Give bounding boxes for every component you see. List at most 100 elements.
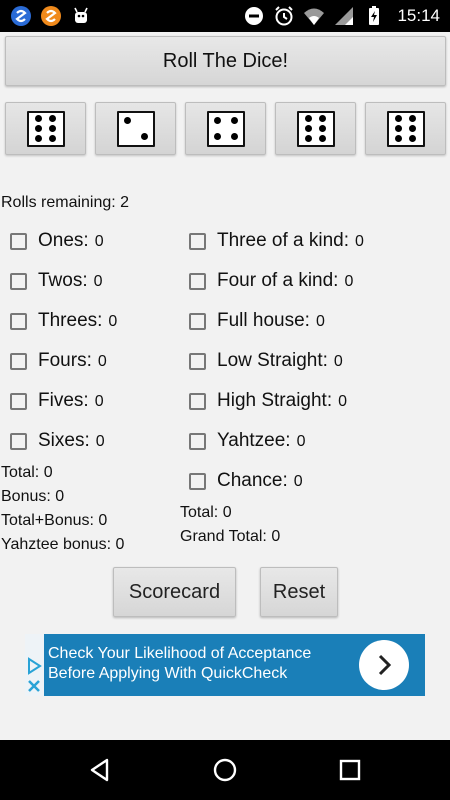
die-pip (123, 117, 131, 124)
dice-row (5, 102, 446, 155)
lower-total: Total: 0 (180, 504, 232, 521)
die-pip (34, 134, 42, 142)
app-notification-icon-blue (11, 6, 31, 26)
die-button-2[interactable] (95, 102, 176, 155)
fours-checkbox[interactable] (10, 352, 27, 370)
die-face-2 (116, 110, 155, 147)
ad-text: Check Your Likelihood of Acceptance Befo… (48, 644, 348, 684)
threes-value: 0 (108, 313, 118, 330)
grand-total: Grand Total: 0 (180, 528, 281, 545)
cellular-signal-icon (335, 7, 354, 25)
category-sixes: Sixes: 0 (10, 429, 105, 453)
die-button-5[interactable] (365, 102, 446, 155)
four-of-a-kind-label: Four of a kind: (217, 270, 339, 291)
die-button-4[interactable] (275, 102, 356, 155)
die-pip (140, 133, 148, 140)
die-pip (409, 134, 417, 142)
fives-label: Fives: (38, 390, 89, 411)
category-chance: Chance: 0 (189, 469, 303, 493)
fours-label: Fours: (38, 350, 92, 371)
chance-label: Chance: (217, 470, 288, 491)
category-fours: Fours: 0 (10, 349, 107, 373)
home-icon[interactable] (211, 756, 239, 784)
fours-value: 0 (97, 353, 107, 370)
do-not-disturb-icon (245, 7, 264, 25)
chance-checkbox[interactable] (189, 472, 206, 490)
three-of-a-kind-checkbox[interactable] (189, 232, 206, 250)
category-three-of-a-kind: Three of a kind: 0 (189, 229, 364, 253)
full-house-value: 0 (315, 313, 325, 330)
ad-choices-strip (25, 634, 44, 696)
die-pip (319, 115, 327, 123)
ad-line-1: Check Your Likelihood of Acceptance (48, 645, 312, 662)
full-house-checkbox[interactable] (189, 312, 206, 330)
roll-dice-button[interactable]: Roll The Dice! (5, 36, 446, 86)
yahtzee-value: 0 (296, 433, 306, 450)
die-pip (230, 117, 238, 124)
category-four-of-a-kind: Four of a kind: 0 (189, 269, 353, 293)
threes-checkbox[interactable] (10, 312, 27, 330)
high-straight-value: 0 (338, 393, 348, 410)
ad-choices-icon[interactable] (25, 656, 44, 696)
full-house-label: Full house: (217, 310, 310, 331)
category-ones: Ones: 0 (10, 229, 104, 253)
twos-label: Twos: (38, 270, 88, 291)
die-pip (213, 117, 221, 124)
die-pip (49, 115, 57, 123)
die-button-1[interactable] (5, 102, 86, 155)
die-pip (49, 134, 57, 142)
status-bar: 15:14 (0, 0, 450, 32)
back-icon[interactable] (86, 756, 114, 784)
ad-arrow-button[interactable] (359, 640, 409, 690)
die-pip (230, 133, 238, 140)
die-face-1 (26, 110, 65, 147)
status-time: 15:14 (397, 6, 440, 25)
category-twos: Twos: 0 (10, 269, 103, 293)
die-pip (34, 115, 42, 123)
fives-value: 0 (94, 393, 104, 410)
ones-label: Ones: (38, 230, 89, 251)
upper-bonus: Bonus: 0 (1, 488, 65, 505)
category-high-straight: High Straight: 0 (189, 389, 347, 413)
ones-checkbox[interactable] (10, 232, 27, 250)
die-pip (49, 125, 57, 132)
android-debug-icon (74, 7, 88, 23)
reset-button[interactable]: Reset (260, 567, 338, 617)
chevron-right-icon (378, 654, 392, 676)
recent-apps-icon[interactable] (336, 756, 364, 784)
die-pip (34, 125, 42, 132)
twos-value: 0 (93, 273, 103, 290)
four-of-a-kind-checkbox[interactable] (189, 272, 206, 290)
die-button-3[interactable] (185, 102, 266, 155)
battery-charging-icon (369, 6, 380, 25)
three-of-a-kind-label: Three of a kind: (217, 230, 350, 251)
rolls-remaining-text: Rolls remaining: 2 (1, 194, 130, 211)
category-fives: Fives: 0 (10, 389, 104, 413)
ad-banner[interactable]: Check Your Likelihood of Acceptance Befo… (25, 634, 425, 696)
category-full-house: Full house: 0 (189, 309, 325, 333)
category-threes: Threes: 0 (10, 309, 117, 333)
yahtzee-bonus: Yahztee bonus: 0 (1, 536, 125, 553)
low-straight-value: 0 (333, 353, 343, 370)
low-straight-checkbox[interactable] (189, 352, 206, 370)
fives-checkbox[interactable] (10, 392, 27, 410)
upper-total: Total: 0 (1, 464, 53, 481)
die-face-5 (386, 110, 425, 147)
die-pip (394, 125, 402, 132)
high-straight-label: High Straight: (217, 390, 333, 411)
chance-value: 0 (293, 473, 303, 490)
ad-line-2: Before Applying With QuickCheck (48, 665, 288, 682)
die-pip (394, 115, 402, 123)
three-of-a-kind-value: 0 (355, 233, 364, 250)
yahtzee-checkbox[interactable] (189, 432, 206, 450)
high-straight-checkbox[interactable] (189, 392, 206, 410)
upper-total-bonus: Total+Bonus: 0 (1, 512, 108, 529)
sixes-checkbox[interactable] (10, 432, 27, 450)
scorecard-button[interactable]: Scorecard (113, 567, 236, 617)
twos-checkbox[interactable] (10, 272, 27, 290)
alarm-icon (275, 6, 294, 26)
sixes-label: Sixes: (38, 430, 90, 451)
die-pip (409, 115, 417, 123)
category-low-straight: Low Straight: 0 (189, 349, 343, 373)
app-notification-icon-orange (41, 6, 61, 26)
